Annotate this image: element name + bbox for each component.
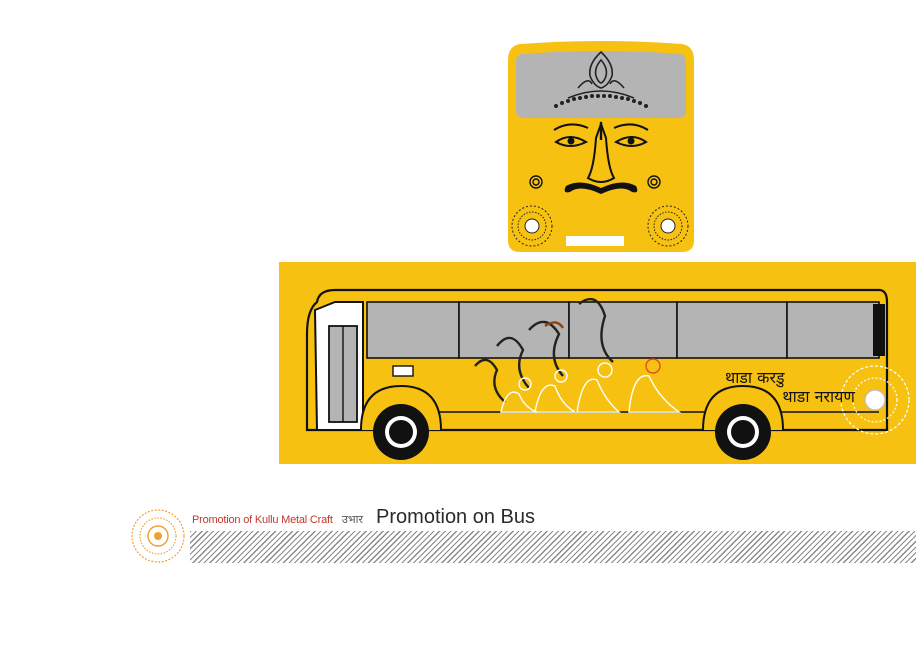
footer-small-label: Promotion of Kullu Metal Craft <box>192 514 333 526</box>
sunflower-icon <box>131 509 185 563</box>
license-plate <box>566 236 624 246</box>
page-title: Promotion on Bus <box>376 506 536 528</box>
slogan-line-1: थाडा करडु <box>725 368 785 387</box>
slogan-line-2: थाडा नरायण <box>782 387 855 406</box>
footer-hindi-label: उभार <box>341 513 363 526</box>
bus-front-illustration <box>508 41 694 252</box>
hatched-divider <box>190 531 916 563</box>
bus-side-illustration <box>279 262 916 464</box>
footer-caption: Promotion of Kullu Metal Craft उभार Prom… <box>192 506 535 529</box>
side-windows <box>366 301 880 359</box>
bus-slogan: थाडा करडु थाडा नरायण <box>725 368 855 406</box>
side-vent <box>392 365 414 377</box>
